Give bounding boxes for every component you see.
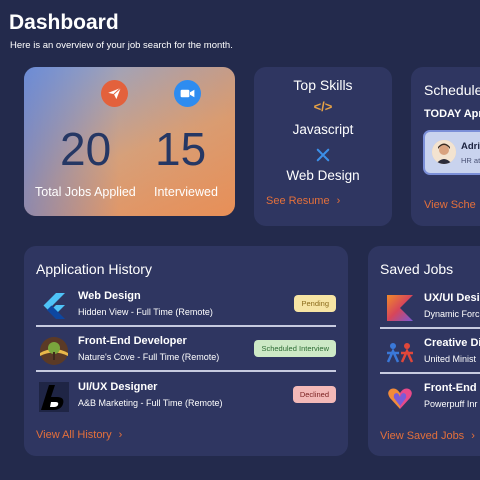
job-company: Hidden View - Full Time (Remote) — [78, 307, 213, 317]
saved-job-row[interactable]: UX/UI Design Dynamic Forc — [382, 290, 480, 330]
video-camera-icon — [174, 80, 201, 107]
schedule-item[interactable]: Adri HR at — [423, 130, 480, 175]
interviewed-label: Interviewed — [154, 185, 218, 199]
row-divider — [36, 370, 336, 372]
job-company: Dynamic Forc — [424, 309, 480, 319]
chevron-right-icon: › — [336, 195, 341, 207]
skill-label: Web Design — [286, 168, 360, 183]
schedule-title: Schedule — [424, 82, 480, 98]
history-row[interactable]: Web Design Hidden View - Full Time (Remo… — [36, 288, 336, 328]
code-icon: </> — [313, 99, 333, 114]
schedule-contact-name: Adri — [461, 141, 480, 152]
job-title: Front-End Developer — [78, 335, 187, 347]
row-divider — [380, 327, 480, 329]
job-title: UI/UX Designer — [78, 381, 158, 393]
avatar — [432, 140, 456, 164]
skill-label: Javascript — [292, 122, 354, 137]
see-resume-link[interactable]: See Resume › — [266, 195, 340, 207]
status-badge: Pending — [294, 295, 336, 312]
stats-card: 20 15 Total Jobs Applied Interviewed — [24, 67, 235, 216]
job-title: Front-End D — [424, 382, 480, 394]
job-company: Nature's Cove - Full Time (Remote) — [78, 352, 220, 362]
saved-job-row[interactable]: Creative Dir United Minist — [382, 335, 480, 375]
chevron-right-icon: › — [471, 430, 475, 442]
hearts-logo-icon — [385, 383, 415, 413]
applied-label: Total Jobs Applied — [35, 185, 136, 199]
history-row[interactable]: UI/UX Designer A&B Marketing - Full Time… — [36, 379, 336, 419]
paper-plane-icon — [101, 80, 128, 107]
application-history-title: Application History — [36, 261, 152, 277]
row-divider — [380, 372, 480, 374]
people-logo-icon — [385, 338, 415, 368]
page-title: Dashboard — [9, 11, 119, 34]
job-title: Web Design — [78, 290, 141, 302]
view-schedule-link[interactable]: View Sche — [424, 199, 476, 211]
status-badge: Declined — [292, 386, 336, 403]
natures-cove-logo-icon — [39, 336, 69, 366]
view-saved-jobs-link[interactable]: View Saved Jobs › — [380, 430, 475, 442]
schedule-contact-role: HR at — [461, 156, 480, 165]
chevron-right-icon: › — [118, 429, 123, 441]
job-title: UX/UI Design — [424, 292, 480, 304]
flutter-logo-icon — [39, 291, 69, 321]
job-company: Powerpuff Inr — [424, 399, 478, 409]
top-skills-card: Top Skills </> Javascript Web Design See… — [254, 67, 392, 226]
job-company: United Minist — [424, 354, 477, 364]
view-all-history-link[interactable]: View All History › — [36, 429, 122, 441]
history-row[interactable]: Front-End Developer Nature's Cove - Full… — [36, 333, 336, 373]
ab-marketing-logo-icon — [39, 382, 69, 412]
job-company: A&B Marketing - Full Time (Remote) — [78, 398, 223, 408]
row-divider — [36, 325, 336, 327]
applied-count: 20 — [60, 123, 112, 175]
application-history-card: Application History Web Design Hidden Vi… — [24, 246, 348, 456]
saved-jobs-card: Saved Jobs UX/UI Design Dynamic Forc Cre… — [368, 246, 480, 456]
saved-job-row[interactable]: Front-End D Powerpuff Inr — [382, 380, 480, 420]
schedule-card: Schedule TODAY Apr Adri HR at View Sche — [411, 67, 480, 226]
interviewed-count: 15 — [155, 123, 207, 175]
saved-jobs-title: Saved Jobs — [380, 261, 454, 277]
job-title: Creative Dir — [424, 337, 480, 349]
page-subtitle: Here is an overview of your job search f… — [10, 40, 233, 51]
schedule-date: TODAY Apr — [424, 108, 480, 120]
kotlin-logo-icon — [385, 293, 415, 323]
top-skills-title: Top Skills — [293, 77, 353, 93]
status-badge: Scheduled Interview — [254, 340, 336, 357]
design-tools-icon — [254, 148, 392, 165]
